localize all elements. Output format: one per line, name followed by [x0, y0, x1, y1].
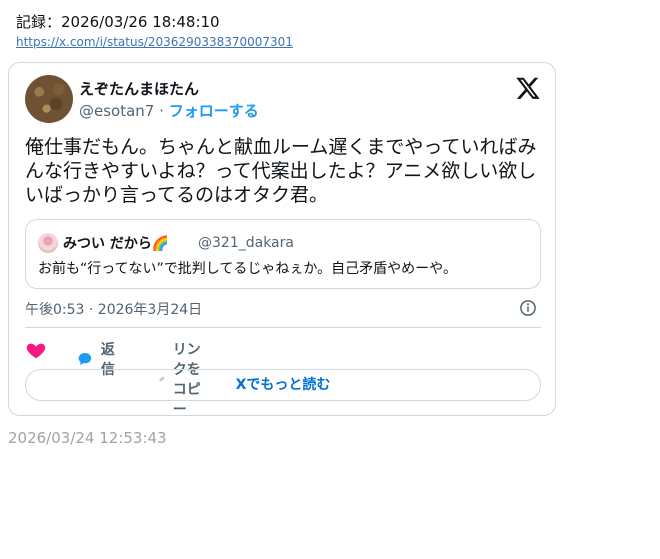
tweet-text: 俺仕事だもん。ちゃんと献血ルーム遅くまでやっていればみんな行きやすいよね？って代…: [25, 136, 537, 206]
record-timestamp: 記録：2026/03/26 18:48:10: [16, 13, 220, 31]
embedded-tweet-card: えぞたんまほたん @esotan7 · フォローする 俺仕事だもん。ちゃんと献血…: [8, 62, 556, 418]
heart-icon: [26, 343, 46, 359]
tweet-timestamp[interactable]: 午後0:53 · 2026年3月24日: [25, 299, 202, 319]
author-line: @esotan7 · フォローする: [79, 100, 259, 121]
follow-button[interactable]: フォローする: [169, 102, 259, 120]
status-link[interactable]: https://x.com/i/status/20362903383700073…: [16, 35, 293, 49]
x-logo-icon[interactable]: [515, 75, 541, 101]
footer-timestamp: 2026/03/24 12:53:43: [8, 429, 167, 447]
divider: [25, 327, 541, 328]
author-avatar[interactable]: [25, 75, 73, 123]
like-button[interactable]: [25, 339, 47, 361]
quoted-tweet-text: お前も“行ってない”で批判してるじゃねぇか。自己矛盾やめーや。: [38, 261, 457, 277]
quoted-author-handle[interactable]: @321_dakara: [198, 235, 294, 251]
author-name[interactable]: えぞたんまほたん: [79, 78, 199, 99]
info-icon[interactable]: [519, 299, 537, 317]
quoted-author-name[interactable]: みつい だから🌈: [63, 233, 169, 253]
author-handle[interactable]: @esotan7: [79, 102, 154, 120]
separator: ·: [159, 102, 164, 120]
quoted-author-avatar[interactable]: [38, 233, 58, 253]
reply-icon: [78, 353, 92, 365]
read-more-button[interactable]: Xでもっと読む: [25, 369, 541, 401]
quoted-tweet[interactable]: みつい だから🌈 @321_dakara お前も“行ってない”で批判してるじゃね…: [25, 219, 541, 289]
